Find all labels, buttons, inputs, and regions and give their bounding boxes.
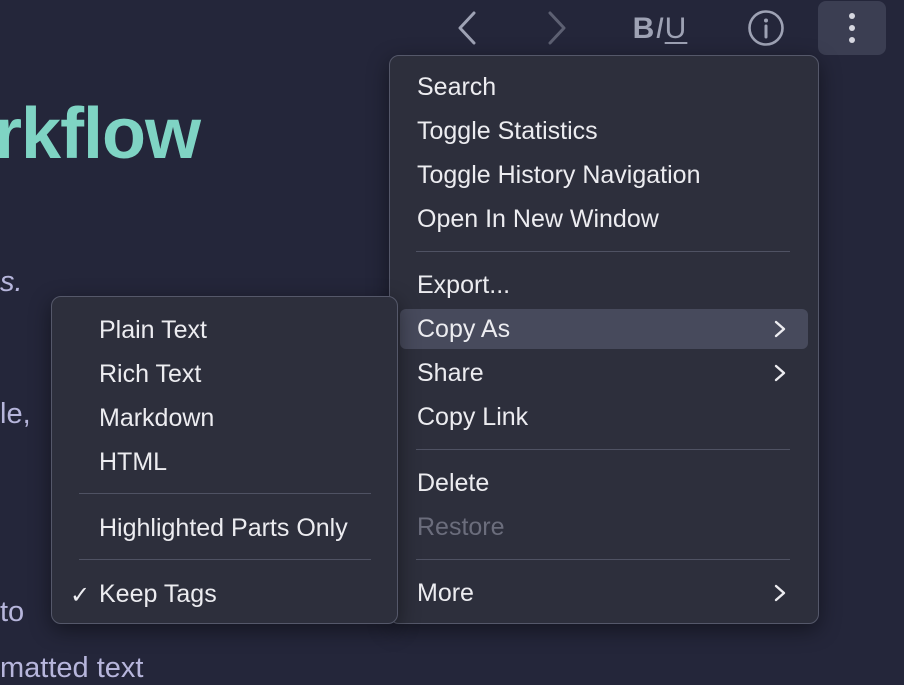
submenu-item-markdown[interactable]: Markdown xyxy=(62,398,387,438)
menu-item-share[interactable]: Share xyxy=(400,353,808,393)
more-vertical-icon xyxy=(849,13,855,43)
submenu-item-highlighted-parts-only[interactable]: Highlighted Parts Only xyxy=(62,508,387,548)
menu-item-delete[interactable]: Delete xyxy=(400,463,808,503)
chevron-right-icon xyxy=(774,320,786,338)
menu-item-label: Search xyxy=(417,72,497,101)
menu-separator xyxy=(416,449,790,450)
menu-item-label: Toggle History Navigation xyxy=(417,160,701,189)
more-options-button[interactable] xyxy=(818,1,886,55)
menu-item-search[interactable]: Search xyxy=(400,67,808,107)
menu-item-toggle-statistics[interactable]: Toggle Statistics xyxy=(400,111,808,151)
menu-separator xyxy=(416,251,790,252)
back-button[interactable] xyxy=(447,8,487,48)
italic-label: I xyxy=(655,12,665,45)
menu-item-label: Copy Link xyxy=(417,402,529,431)
chevron-left-icon xyxy=(458,11,476,45)
menu-item-label: Plain Text xyxy=(99,315,207,344)
toolbar: BIU xyxy=(0,0,904,56)
submenu-item-keep-tags[interactable]: ✓ Keep Tags xyxy=(62,574,387,614)
chevron-right-icon xyxy=(548,11,566,45)
menu-item-label: Export... xyxy=(417,270,511,299)
menu-item-label: Toggle Statistics xyxy=(417,116,598,145)
submenu-item-plain-text[interactable]: Plain Text xyxy=(62,310,387,350)
menu-separator xyxy=(79,559,371,560)
menu-item-label: Rich Text xyxy=(99,359,202,388)
menu-item-label: Keep Tags xyxy=(99,579,217,608)
menu-item-label: HTML xyxy=(99,447,168,476)
forward-button[interactable] xyxy=(537,8,577,48)
chevron-right-icon xyxy=(774,364,786,382)
info-icon xyxy=(748,10,784,46)
underline-label: U xyxy=(664,12,688,45)
menu-item-label: Open In New Window xyxy=(417,204,659,233)
menu-item-label: Share xyxy=(417,358,484,387)
menu-item-toggle-history-navigation[interactable]: Toggle History Navigation xyxy=(400,155,808,195)
menu-item-label: Highlighted Parts Only xyxy=(99,513,348,542)
bold-label: B xyxy=(632,12,656,45)
document-text-line: s. xyxy=(0,266,23,298)
document-text-line: le, xyxy=(0,398,31,430)
format-button[interactable]: BIU xyxy=(620,10,700,48)
menu-item-label: Copy As xyxy=(417,314,511,343)
checkmark-icon: ✓ xyxy=(70,582,91,609)
document-text-line: matted text xyxy=(0,652,144,684)
info-button[interactable] xyxy=(744,6,788,50)
menu-item-open-in-new-window[interactable]: Open In New Window xyxy=(400,199,808,239)
menu-item-label: Delete xyxy=(417,468,490,497)
menu-item-restore: Restore xyxy=(400,507,808,547)
document-text-line: to xyxy=(0,596,25,628)
chevron-right-icon xyxy=(774,584,786,602)
menu-item-copy-as[interactable]: Copy As xyxy=(400,309,808,349)
submenu-item-html[interactable]: HTML xyxy=(62,442,387,482)
menu-item-label: Markdown xyxy=(99,403,215,432)
document-heading: rkflow xyxy=(0,94,201,174)
menu-separator xyxy=(79,493,371,494)
menu-item-copy-link[interactable]: Copy Link xyxy=(400,397,808,437)
menu-item-more[interactable]: More xyxy=(400,573,808,613)
menu-item-export[interactable]: Export... xyxy=(400,265,808,305)
menu-item-label: Restore xyxy=(417,512,505,541)
context-menu: Search Toggle Statistics Toggle History … xyxy=(389,55,819,624)
menu-separator xyxy=(416,559,790,560)
menu-item-label: More xyxy=(417,578,474,607)
copy-as-submenu: Plain Text Rich Text Markdown HTML Highl… xyxy=(51,296,398,624)
submenu-item-rich-text[interactable]: Rich Text xyxy=(62,354,387,394)
